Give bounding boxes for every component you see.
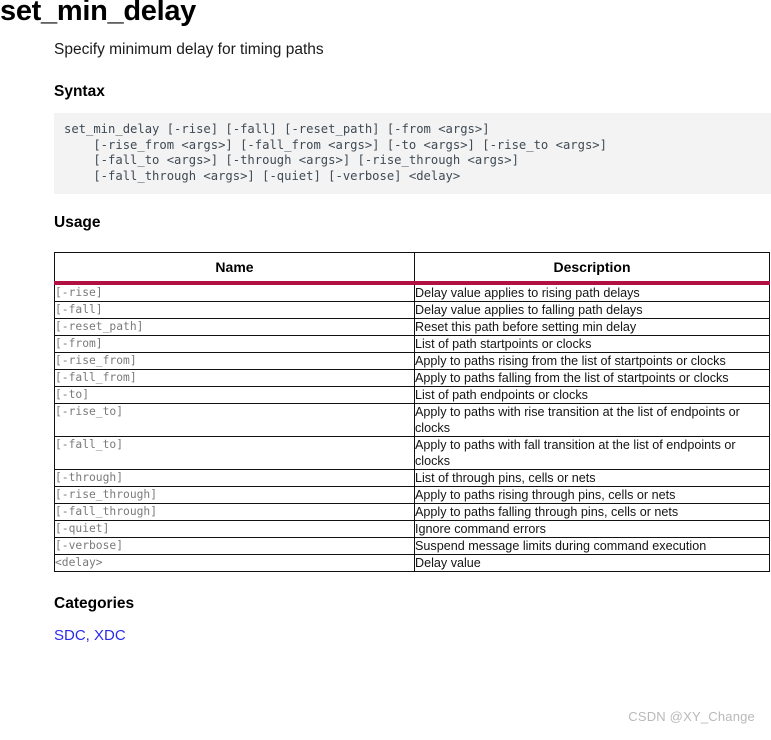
cell-option-name: [-reset_path]	[54, 318, 415, 337]
table-row: [-from] List of path startpoints or clock…	[54, 335, 770, 354]
cell-option-description: Delay value applies to rising path delay…	[414, 282, 770, 303]
cell-option-description: Reset this path before setting min delay	[414, 318, 770, 337]
table-row: [-through] List of through pins, cells or…	[54, 469, 770, 488]
table-row: [-rise_to] Apply to paths with rise trans…	[54, 403, 770, 438]
syntax-code-text: set_min_delay [-rise] [-fall] [-reset_pa…	[64, 122, 607, 183]
table-row: [-verbose] Suspend message limits during …	[54, 537, 770, 556]
table-row: [-quiet] Ignore command errors	[54, 520, 770, 539]
cell-option-name: [-rise_to]	[54, 403, 415, 438]
cell-option-name: [-rise_through]	[54, 486, 415, 505]
cell-option-description: Ignore command errors	[414, 520, 770, 539]
cell-option-description: Apply to paths falling through pins, cel…	[414, 503, 770, 522]
cell-option-description: List of through pins, cells or nets	[414, 469, 770, 488]
cell-option-description: Apply to paths falling from the list of …	[414, 369, 770, 388]
usage-table-body: [-rise] Delay value applies to rising pat…	[54, 282, 770, 573]
cell-option-name: [-fall]	[54, 301, 415, 320]
table-header-row: Name Description	[54, 252, 770, 286]
cell-option-description: Apply to paths with rise transition at t…	[414, 403, 770, 438]
page-title: set_min_delay	[0, 0, 196, 27]
usage-heading: Usage	[54, 214, 101, 232]
cell-option-name: [-fall_to]	[54, 436, 415, 471]
cell-option-name: [-verbose]	[54, 537, 415, 556]
cell-option-name: <delay>	[54, 554, 415, 573]
page-subtitle: Specify minimum delay for timing paths	[54, 41, 324, 58]
table-row: [-fall_to] Apply to paths with fall trans…	[54, 436, 770, 471]
cell-option-description: Apply to paths rising from the list of s…	[414, 352, 770, 371]
watermark-text: CSDN @XY_Change	[628, 709, 755, 724]
syntax-code-block: set_min_delay [-rise] [-fall] [-reset_pa…	[54, 113, 771, 195]
usage-table: Name Description [-rise] Delay value appl…	[54, 252, 770, 573]
column-header-name: Name	[54, 252, 415, 286]
syntax-heading: Syntax	[54, 83, 105, 100]
cell-option-name: [-fall_from]	[54, 369, 415, 388]
column-header-description: Description	[414, 252, 770, 286]
cell-option-description: Apply to paths with fall transition at t…	[414, 436, 770, 471]
category-link-sdc[interactable]: SDC	[54, 627, 86, 644]
category-link-xdc[interactable]: XDC	[94, 627, 126, 644]
cell-option-name: [-to]	[54, 386, 415, 405]
table-row: [-rise] Delay value applies to rising pat…	[54, 282, 770, 303]
cell-option-name: [-rise_from]	[54, 352, 415, 371]
table-row: <delay> Delay value	[54, 554, 770, 573]
table-row: [-fall_through] Apply to paths falling th…	[54, 503, 770, 522]
cell-option-name: [-fall_through]	[54, 503, 415, 522]
categories-separator: ,	[85, 627, 95, 645]
cell-option-name: [-quiet]	[54, 520, 415, 539]
categories-section: Categories SDC, XDC	[54, 594, 771, 646]
document-content: Specify minimum delay for timing paths S…	[54, 40, 771, 646]
cell-option-description: Delay value applies to falling path dela…	[414, 301, 770, 320]
table-row: [-fall] Delay value applies to falling pa…	[54, 301, 770, 320]
table-row: [-rise_through] Apply to paths rising thr…	[54, 486, 770, 505]
table-row: [-reset_path] Reset this path before sett…	[54, 318, 770, 337]
cell-option-description: Delay value	[414, 554, 770, 573]
cell-option-name: [-from]	[54, 335, 415, 354]
cell-option-name: [-rise]	[54, 282, 415, 303]
cell-option-description: List of path startpoints or clocks	[414, 335, 770, 354]
table-row: [-fall_from] Apply to paths falling from …	[54, 369, 770, 388]
cell-option-description: Apply to paths rising through pins, cell…	[414, 486, 770, 505]
cell-option-name: [-through]	[54, 469, 415, 488]
categories-link-list: SDC, XDC	[54, 626, 771, 646]
cell-option-description: Suspend message limits during command ex…	[414, 537, 770, 556]
table-row: [-to] List of path endpoints or clocks	[54, 386, 770, 405]
usage-table-wrapper: Name Description [-rise] Delay value appl…	[54, 252, 771, 573]
table-row: [-rise_from] Apply to paths rising from t…	[54, 352, 770, 371]
categories-heading: Categories	[54, 595, 135, 613]
cell-option-description: List of path endpoints or clocks	[414, 386, 770, 405]
